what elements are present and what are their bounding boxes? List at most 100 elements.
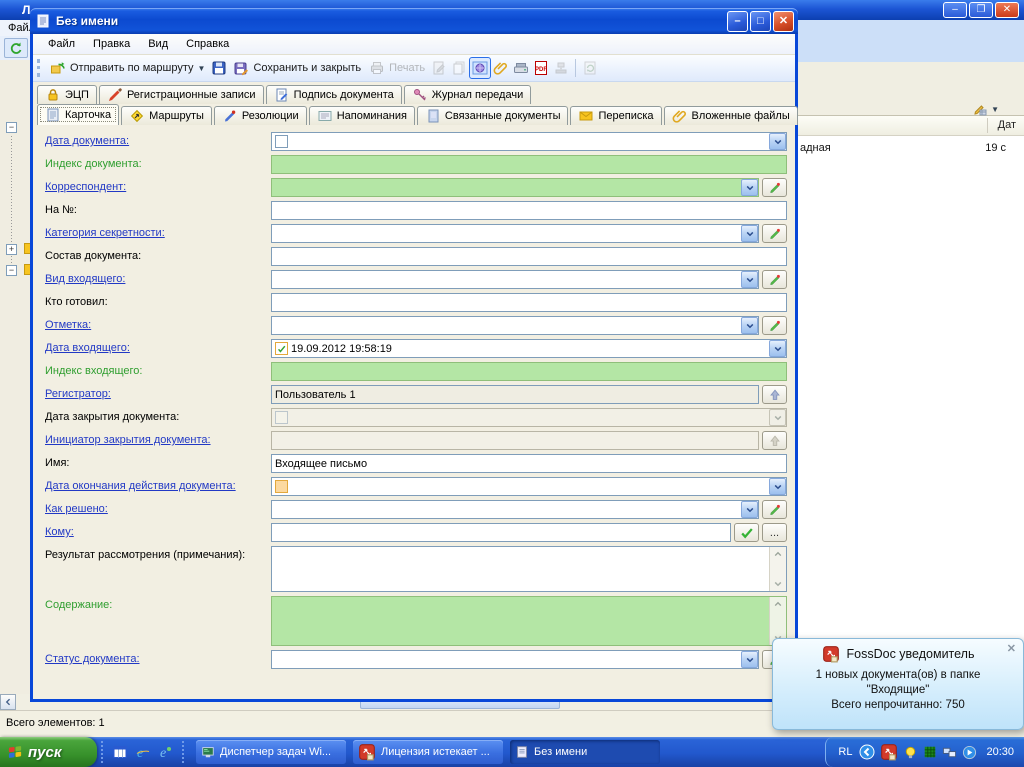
dropdown-arrow-icon[interactable] [741, 317, 758, 334]
field-input-incoming-date[interactable]: 19.09.2012 19:58:19 [271, 339, 787, 358]
export-pdf-button[interactable]: PDF [531, 58, 551, 78]
scroll-down-icon[interactable] [770, 577, 786, 591]
bg-menu-file[interactable]: Файл [0, 20, 34, 36]
menu-file[interactable]: Файл [39, 36, 84, 52]
how-resolved-pencil-button[interactable] [762, 500, 787, 519]
scroll-up-icon[interactable] [770, 597, 786, 611]
taskbar-button-untitled-doc[interactable]: Без имени [510, 740, 660, 764]
doc-close-date-checkbox[interactable] [275, 411, 288, 424]
send-route-button[interactable]: Отправить по маршруту▼ [46, 58, 209, 78]
field-label-doc-expiry-date[interactable]: Дата окончания действия документа: [45, 477, 271, 492]
mark-pencil-button[interactable] [762, 316, 787, 335]
copy-document-button[interactable] [449, 58, 469, 78]
field-label-registrar[interactable]: Регистратор: [45, 385, 271, 400]
secrecy-category-pencil-button[interactable] [762, 224, 787, 243]
dropdown-arrow-icon[interactable] [741, 225, 758, 242]
save-button[interactable] [209, 58, 229, 78]
field-input-how-resolved[interactable] [271, 500, 759, 519]
quick-launch-app-icon[interactable] [112, 744, 128, 760]
tray-update-icon[interactable] [962, 745, 977, 760]
doc-expiry-date-checkbox[interactable] [275, 480, 288, 493]
field-input-doc-name[interactable]: Входящее письмо [271, 454, 787, 473]
minimize-button[interactable]: – [727, 11, 748, 32]
tray-network-icon[interactable] [942, 745, 957, 760]
attach-file-button[interactable] [491, 58, 511, 78]
tray-grid-icon[interactable] [923, 745, 937, 759]
field-input-prepared-by[interactable] [271, 293, 787, 312]
maximize-button[interactable]: □ [750, 11, 771, 32]
scroll-left-arrow[interactable] [0, 694, 16, 710]
dropdown-arrow-icon[interactable] [769, 340, 786, 357]
web-view-button[interactable] [469, 57, 491, 79]
tree-collapse-box[interactable]: − [6, 265, 17, 276]
tab-linked-docs[interactable]: Связанные документы [417, 106, 569, 125]
dialog-titlebar[interactable]: Без имени – □ ✕ [30, 8, 798, 34]
tab-transfer-log[interactable]: Журнал передачи [404, 85, 531, 104]
to-whom-ellipsis-button[interactable]: ... [762, 523, 787, 542]
field-input-mark[interactable] [271, 316, 759, 335]
list-row-text[interactable]: адная [800, 142, 831, 154]
notification-close-icon[interactable]: ✕ [1007, 642, 1016, 655]
column-header-date[interactable]: Дат [998, 119, 1016, 131]
menu-help[interactable]: Справка [177, 36, 238, 52]
tab-reg-records[interactable]: Регистрационные записи [99, 85, 264, 104]
field-input-content[interactable] [271, 596, 787, 646]
tree-collapse-box[interactable]: − [6, 122, 17, 133]
tray-fossdoc-icon[interactable] [880, 743, 898, 761]
dropdown-arrow-icon[interactable] [741, 271, 758, 288]
field-label-doc-date[interactable]: Дата документа: [45, 132, 271, 147]
tab-resolutions[interactable]: Резолюции [214, 106, 307, 125]
field-label-how-resolved[interactable]: Как решено: [45, 500, 271, 515]
save-close-button[interactable]: Сохранить и закрыть [229, 58, 365, 78]
field-input-incoming-type[interactable] [271, 270, 759, 289]
edit-document-button[interactable] [429, 58, 449, 78]
field-label-secrecy-category[interactable]: Категория секретности: [45, 224, 271, 239]
field-label-incoming-date[interactable]: Дата входящего: [45, 339, 271, 354]
close-button[interactable]: ✕ [773, 11, 794, 32]
refresh-document-button[interactable] [580, 58, 600, 78]
dropdown-arrow-icon[interactable] [769, 409, 786, 426]
scrollbar[interactable] [769, 547, 786, 591]
dropdown-arrow-icon[interactable] [741, 501, 758, 518]
tree-expand-box[interactable]: + [6, 244, 17, 255]
dropdown-arrow-icon[interactable] [741, 179, 758, 196]
field-input-to-whom[interactable] [271, 523, 731, 542]
field-input-doc-status[interactable] [271, 650, 759, 669]
bg-restore-button[interactable]: ❐ [969, 2, 993, 18]
field-label-incoming-type[interactable]: Вид входящего: [45, 270, 271, 285]
field-input-secrecy-category[interactable] [271, 224, 759, 243]
field-input-correspondent[interactable] [271, 178, 759, 197]
field-label-mark[interactable]: Отметка: [45, 316, 271, 331]
menu-edit[interactable]: Правка [84, 36, 139, 52]
field-label-correspondent[interactable]: Корреспондент: [45, 178, 271, 193]
field-input-doc-expiry-date[interactable] [271, 477, 787, 496]
field-label-to-whom[interactable]: Кому: [45, 523, 271, 538]
browser-icon[interactable]: e [158, 744, 174, 760]
incoming-type-pencil-button[interactable] [762, 270, 787, 289]
toolbar-grip[interactable] [37, 59, 41, 77]
field-input-incoming-index[interactable] [271, 362, 787, 381]
stamp-button[interactable] [551, 58, 571, 78]
field-input-review-result[interactable] [271, 546, 787, 592]
start-button[interactable]: пуск [0, 737, 97, 767]
refresh-button[interactable] [4, 38, 28, 58]
tab-routes[interactable]: Маршруты [121, 106, 212, 125]
dropdown-arrow-icon[interactable] [769, 133, 786, 150]
incoming-date-checkbox[interactable] [275, 342, 288, 355]
list-row-date[interactable]: 19 с [985, 142, 1006, 154]
bg-minimize-button[interactable]: – [943, 2, 967, 18]
taskbar-button-license[interactable]: Лицензия истекает ... [353, 740, 503, 764]
field-input-doc-date[interactable] [271, 132, 787, 151]
dropdown-arrow-icon[interactable] [741, 651, 758, 668]
language-indicator[interactable]: RL [838, 746, 852, 758]
bg-close-button[interactable]: ✕ [995, 2, 1019, 18]
dropdown-arrow-icon[interactable] [769, 478, 786, 495]
tray-chevron-icon[interactable] [859, 744, 875, 760]
field-input-doc-composition[interactable] [271, 247, 787, 266]
internet-explorer-icon[interactable]: e [135, 744, 151, 760]
tab-card[interactable]: Карточка [37, 104, 119, 125]
scroll-up-icon[interactable] [770, 547, 786, 561]
tab-doc-signature[interactable]: Подпись документа [266, 85, 402, 104]
field-label-doc-status[interactable]: Статус документа: [45, 650, 271, 665]
tab-attached-files[interactable]: Вложенные файлы [664, 106, 798, 125]
